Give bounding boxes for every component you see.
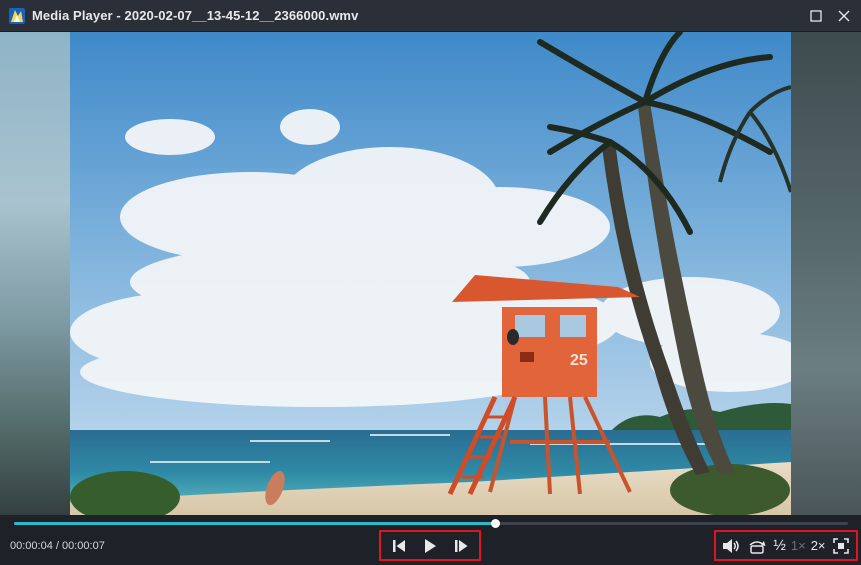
video-frame[interactable]: 25 — [70, 32, 791, 515]
seek-bar[interactable] — [14, 519, 848, 528]
speed-double-button[interactable]: 2× — [811, 539, 826, 552]
skip-next-icon — [455, 539, 468, 552]
player-options: ½ 1× 2× — [714, 530, 858, 561]
rotate-icon — [749, 540, 766, 554]
playback-controls: 00:00:04 / 00:00:07 ½ 1× 2× — [0, 515, 861, 565]
play-icon — [425, 538, 436, 553]
transport-controls — [379, 530, 481, 561]
skip-previous-icon — [393, 539, 405, 552]
seek-handle[interactable] — [491, 519, 501, 528]
letterbox-right — [791, 32, 861, 515]
media-player-logo-icon — [9, 7, 25, 24]
title-bar: Media Player - 2020-02-07__13-45-12__236… — [0, 0, 861, 32]
volume-button[interactable] — [721, 534, 741, 558]
video-area[interactable]: 25 — [0, 32, 861, 515]
close-button[interactable] — [834, 6, 854, 26]
fullscreen-icon — [832, 537, 849, 554]
svg-text:25: 25 — [570, 352, 588, 369]
next-button[interactable] — [448, 534, 474, 558]
seek-progress — [14, 522, 496, 525]
previous-button[interactable] — [386, 534, 412, 558]
maximize-button[interactable] — [806, 6, 826, 26]
speed-normal-button[interactable]: 1× — [791, 539, 806, 552]
close-icon — [838, 10, 850, 22]
letterbox-left — [0, 32, 70, 515]
fullscreen-button[interactable] — [831, 534, 851, 558]
window-title: Media Player - 2020-02-07__13-45-12__236… — [32, 8, 359, 23]
maximize-icon — [810, 10, 822, 22]
play-button[interactable] — [417, 534, 443, 558]
rotate-button[interactable] — [746, 534, 768, 558]
volume-icon — [723, 538, 740, 553]
time-display: 00:00:04 / 00:00:07 — [10, 540, 105, 552]
speed-half-button[interactable]: ½ — [773, 538, 786, 553]
